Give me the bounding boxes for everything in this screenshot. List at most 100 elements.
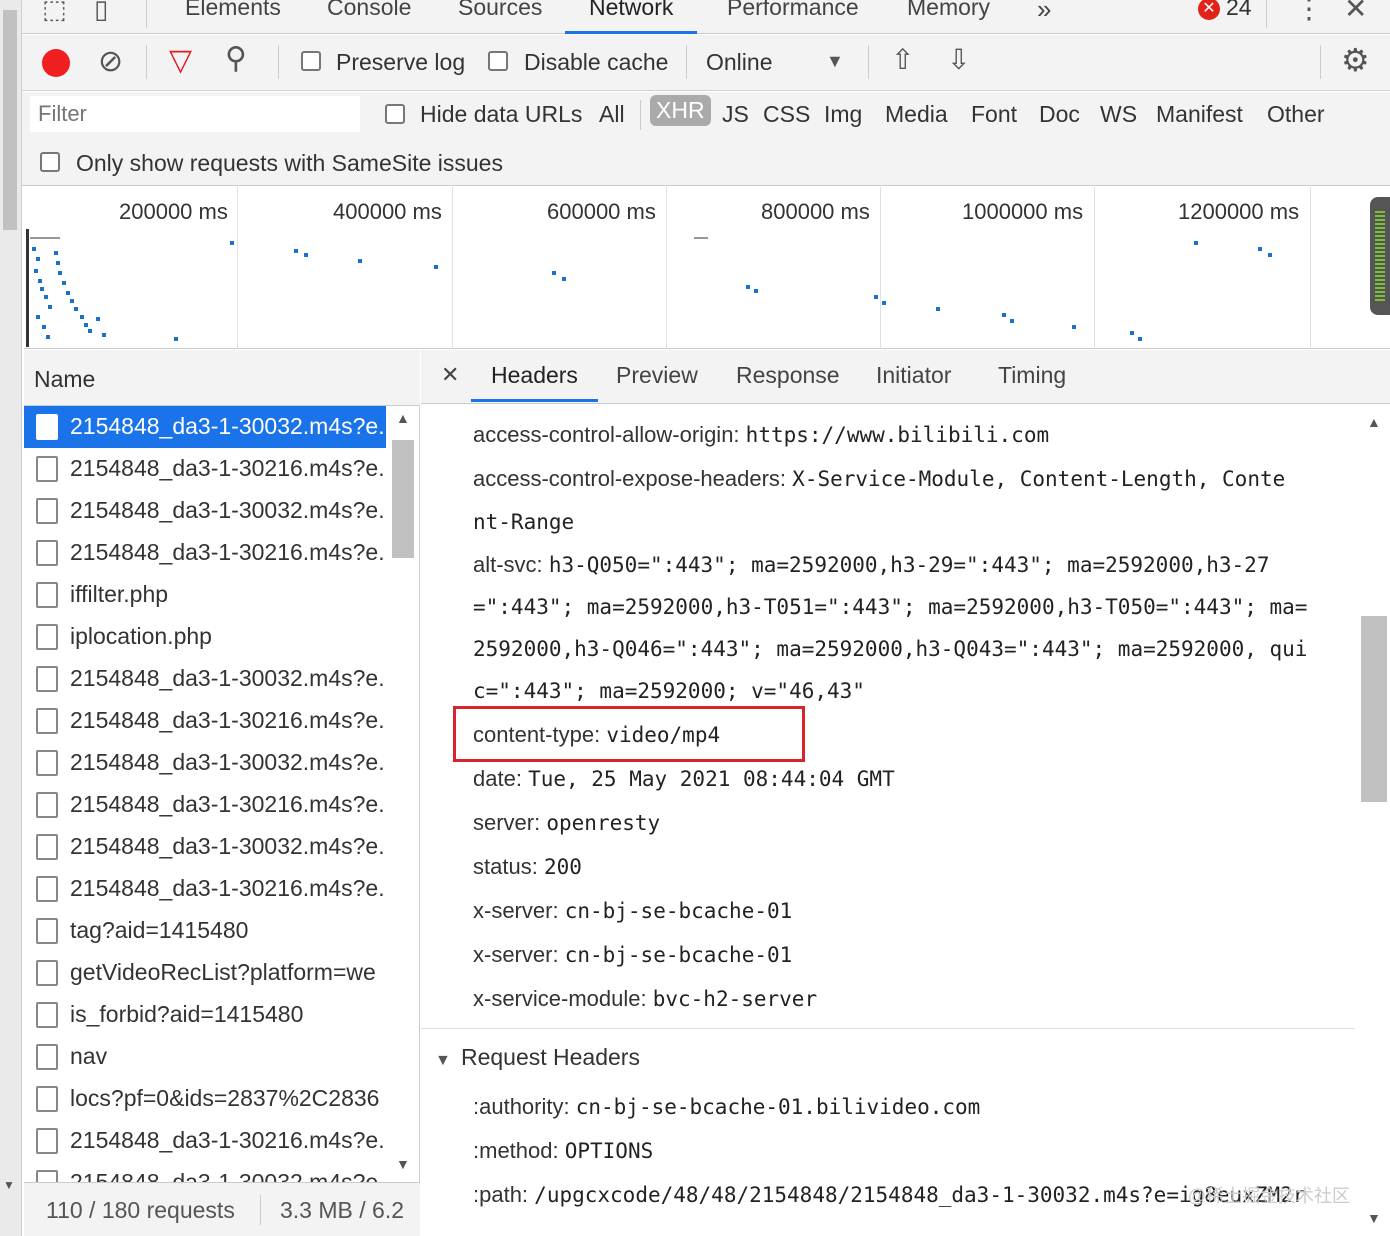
request-row[interactable]: 2154848_da3-1-30216.m4s?e... (24, 448, 386, 490)
hide-data-urls-label[interactable]: Hide data URLs (420, 101, 582, 128)
request-row[interactable]: iffilter.php (24, 574, 386, 616)
inspect-element-icon[interactable]: ⬚ (42, 0, 67, 25)
header-line[interactable]: alt-svc: h3-Q050=":443"; ma=2592000,h3-2… (473, 552, 1269, 578)
filter-type-doc[interactable]: Doc (1039, 101, 1080, 128)
tab-timing[interactable]: Timing (998, 362, 1066, 399)
header-line[interactable]: server: openresty (473, 810, 660, 836)
tab-elements[interactable]: Elements (185, 0, 281, 34)
tab-network[interactable]: Network (565, 0, 698, 34)
close-details-icon[interactable]: ✕ (441, 362, 459, 388)
close-icon[interactable]: ✕ (1344, 0, 1367, 25)
record-icon[interactable] (42, 49, 70, 77)
tab-memory[interactable]: Memory (907, 0, 990, 34)
header-line[interactable]: x-server: cn-bj-se-bcache-01 (473, 942, 792, 968)
page-scrollbar-thumb[interactable] (3, 10, 17, 230)
tab-response[interactable]: Response (736, 362, 840, 399)
request-row[interactable]: 2154848_da3-1-30032.m4s?e... (24, 742, 386, 784)
header-line[interactable]: date: Tue, 25 May 2021 08:44:04 GMT (473, 766, 895, 792)
header-line[interactable]: nt-Range (473, 509, 574, 535)
header-line[interactable]: 2592000,h3-Q046=":443"; ma=2592000,h3-Q0… (473, 636, 1307, 662)
header-line[interactable]: x-server: cn-bj-se-bcache-01 (473, 898, 792, 924)
kebab-menu-icon[interactable]: ⋮ (1295, 0, 1323, 25)
filter-type-img[interactable]: Img (824, 101, 862, 128)
timeline-selection-start[interactable] (26, 229, 29, 347)
search-icon[interactable]: ⚲ (225, 41, 247, 76)
filter-icon[interactable]: ▽ (169, 43, 192, 78)
triangle-down-icon[interactable]: ▼ (435, 1052, 451, 1069)
request-headers-title[interactable]: Request Headers (461, 1044, 640, 1070)
error-count[interactable]: 24 (1226, 0, 1252, 21)
request-headers-section[interactable]: ▼ Request Headers (435, 1044, 640, 1071)
request-row[interactable]: iplocation.php (24, 616, 386, 658)
chevron-down-icon[interactable]: ▼ (826, 51, 844, 72)
preserve-log-checkbox[interactable] (301, 51, 321, 71)
request-list-scrollbar-thumb[interactable] (392, 440, 414, 558)
hide-data-urls-checkbox[interactable] (385, 104, 405, 124)
overview-resize-handle[interactable] (1370, 197, 1390, 315)
throttle-select[interactable]: Online (706, 49, 772, 76)
filter-input[interactable] (30, 96, 360, 132)
details-scrollbar-thumb[interactable] (1361, 616, 1387, 802)
request-row[interactable]: 2154848_da3-1-30216.m4s?e... (24, 1120, 386, 1162)
request-row[interactable]: 2154848_da3-1-30216.m4s?e... (24, 532, 386, 574)
disable-cache-label[interactable]: Disable cache (524, 49, 668, 76)
request-row[interactable]: 2154848_da3-1-30216.m4s?e... (24, 784, 386, 826)
clear-icon[interactable]: ⊘ (98, 44, 123, 79)
filter-type-font[interactable]: Font (971, 101, 1017, 128)
request-row[interactable]: getVideoRecList?platform=we (24, 952, 386, 994)
request-row[interactable]: locs?pf=0&ids=2837%2C2836 (24, 1078, 386, 1120)
more-tabs-icon[interactable]: » (1037, 0, 1051, 34)
error-icon[interactable]: ✕ (1198, 0, 1220, 20)
network-overview-timeline[interactable]: 200000 ms 400000 ms 600000 ms 800000 ms … (24, 187, 1390, 349)
request-row[interactable]: 2154848_da3-1-30032.m4s?e... (24, 406, 386, 448)
header-line[interactable]: x-service-module: bvc-h2-server (473, 986, 817, 1012)
header-line[interactable]: access-control-allow-origin: https://www… (473, 422, 1049, 448)
details-scrollbar[interactable]: ▲ ▼ (1357, 404, 1390, 1236)
samesite-label[interactable]: Only show requests with SameSite issues (76, 150, 503, 177)
filter-type-js[interactable]: JS (722, 101, 749, 128)
filter-type-xhr[interactable]: XHR (650, 95, 711, 126)
header-line[interactable]: :method: OPTIONS (473, 1138, 653, 1164)
disable-cache-checkbox[interactable] (488, 51, 508, 71)
request-row[interactable]: 2154848_da3-1-30032.m4s?e... (24, 490, 386, 532)
request-row[interactable]: 2154848_da3-1-30216.m4s?e... (24, 700, 386, 742)
tab-initiator[interactable]: Initiator (876, 362, 951, 399)
filter-type-ws[interactable]: WS (1100, 101, 1137, 128)
scroll-down-arrow-icon[interactable]: ▼ (3, 1178, 15, 1192)
request-row[interactable]: 2154848_da3-1-30032.m4s?e... (24, 1162, 386, 1182)
tab-sources[interactable]: Sources (458, 0, 542, 34)
scroll-down-icon[interactable]: ▼ (396, 1156, 410, 1172)
request-row[interactable]: tag?aid=1415480 (24, 910, 386, 952)
header-line[interactable]: =":443"; ma=2592000,h3-T051=":443"; ma=2… (473, 594, 1307, 620)
filter-type-other[interactable]: Other (1267, 101, 1325, 128)
filter-type-css[interactable]: CSS (763, 101, 810, 128)
header-line[interactable]: status: 200 (473, 854, 582, 880)
tab-preview[interactable]: Preview (616, 362, 698, 399)
header-line[interactable]: :authority: cn-bj-se-bcache-01.bilivideo… (473, 1094, 980, 1120)
request-row[interactable]: nav (24, 1036, 386, 1078)
name-column-header[interactable]: Name (24, 350, 420, 406)
filter-type-all[interactable]: All (599, 101, 625, 128)
filter-type-manifest[interactable]: Manifest (1156, 101, 1243, 128)
header-line[interactable]: :path: /upgcxcode/48/48/2154848/2154848_… (473, 1182, 1305, 1208)
request-row[interactable]: is_forbid?aid=1415480 (24, 994, 386, 1036)
gear-icon[interactable]: ⚙ (1341, 41, 1370, 79)
preserve-log-label[interactable]: Preserve log (336, 49, 465, 76)
tab-performance[interactable]: Performance (727, 0, 859, 34)
header-line[interactable]: access-control-expose-headers: X-Service… (473, 466, 1285, 492)
scroll-up-icon[interactable]: ▲ (1367, 414, 1381, 430)
device-toolbar-icon[interactable]: ▯ (94, 0, 108, 25)
tab-console[interactable]: Console (327, 0, 411, 34)
request-list-scrollbar[interactable]: ▲ ▼ (388, 410, 418, 1180)
request-row[interactable]: 2154848_da3-1-30216.m4s?e... (24, 868, 386, 910)
tab-headers[interactable]: Headers (471, 362, 598, 402)
header-line[interactable]: c=":443"; ma=2592000; v="46,43" (473, 678, 865, 704)
samesite-checkbox[interactable] (40, 152, 60, 172)
scroll-up-icon[interactable]: ▲ (396, 410, 410, 426)
scroll-down-icon[interactable]: ▼ (1367, 1210, 1381, 1226)
import-har-icon[interactable]: ⇧ (891, 43, 914, 76)
request-row[interactable]: 2154848_da3-1-30032.m4s?e... (24, 826, 386, 868)
export-har-icon[interactable]: ⇩ (947, 43, 970, 76)
request-row[interactable]: 2154848_da3-1-30032.m4s?e... (24, 658, 386, 700)
filter-type-media[interactable]: Media (885, 101, 948, 128)
